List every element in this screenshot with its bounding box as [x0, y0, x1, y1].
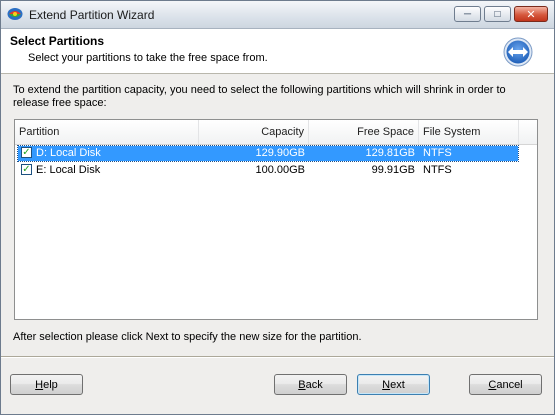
wizard-window: Extend Partition Wizard ─ □ ✕ Select Par… — [0, 0, 555, 415]
column-partition[interactable]: Partition — [15, 120, 199, 144]
back-button[interactable]: Back — [274, 374, 347, 395]
partition-name: D: Local Disk — [36, 147, 101, 159]
maximize-button[interactable]: □ — [484, 6, 511, 22]
partition-free-space: 99.91GB — [371, 164, 415, 176]
partition-free-space: 129.81GB — [365, 147, 415, 159]
window-title: Extend Partition Wizard — [29, 8, 155, 22]
column-capacity[interactable]: Capacity — [199, 120, 309, 144]
partition-file-system: NTFS — [423, 147, 452, 159]
partition-capacity: 129.90GB — [255, 147, 305, 159]
page-title: Select Partitions — [10, 34, 105, 48]
minimize-icon: ─ — [463, 8, 472, 20]
table-row[interactable]: ✓ E: Local Disk 100.00GB 99.91GB NTFS — [18, 163, 518, 178]
instruction-text: To extend the partition capacity, you ne… — [13, 84, 506, 109]
partition-list[interactable]: Partition Capacity Free Space File Syste… — [14, 119, 538, 320]
maximize-icon: □ — [494, 8, 501, 20]
close-icon: ✕ — [526, 8, 536, 21]
cancel-button[interactable]: Cancel — [469, 374, 542, 395]
footer-note: After selection please click Next to spe… — [13, 331, 362, 343]
wizard-header: Select Partitions Select your partitions… — [1, 29, 554, 74]
close-button[interactable]: ✕ — [514, 6, 548, 22]
row-checkbox[interactable]: ✓ — [21, 164, 32, 175]
partition-name: E: Local Disk — [36, 164, 101, 176]
title-bar[interactable]: Extend Partition Wizard ─ □ ✕ — [1, 1, 554, 29]
divider — [1, 356, 554, 358]
table-row[interactable]: ✓ D: Local Disk 129.90GB 129.81GB NTFS — [17, 145, 519, 162]
column-free-space[interactable]: Free Space — [309, 120, 419, 144]
next-button[interactable]: Next — [357, 374, 430, 395]
row-checkbox[interactable]: ✓ — [21, 147, 32, 158]
partition-file-system: NTFS — [423, 164, 452, 176]
list-header: Partition Capacity Free Space File Syste… — [15, 120, 537, 145]
minimize-button[interactable]: ─ — [454, 6, 481, 22]
help-button[interactable]: Help — [10, 374, 83, 395]
partition-capacity: 100.00GB — [255, 164, 305, 176]
extend-arrows-icon — [503, 37, 533, 67]
app-icon — [7, 8, 23, 20]
column-file-system[interactable]: File System — [419, 120, 519, 144]
page-subtitle: Select your partitions to take the free … — [28, 52, 268, 64]
